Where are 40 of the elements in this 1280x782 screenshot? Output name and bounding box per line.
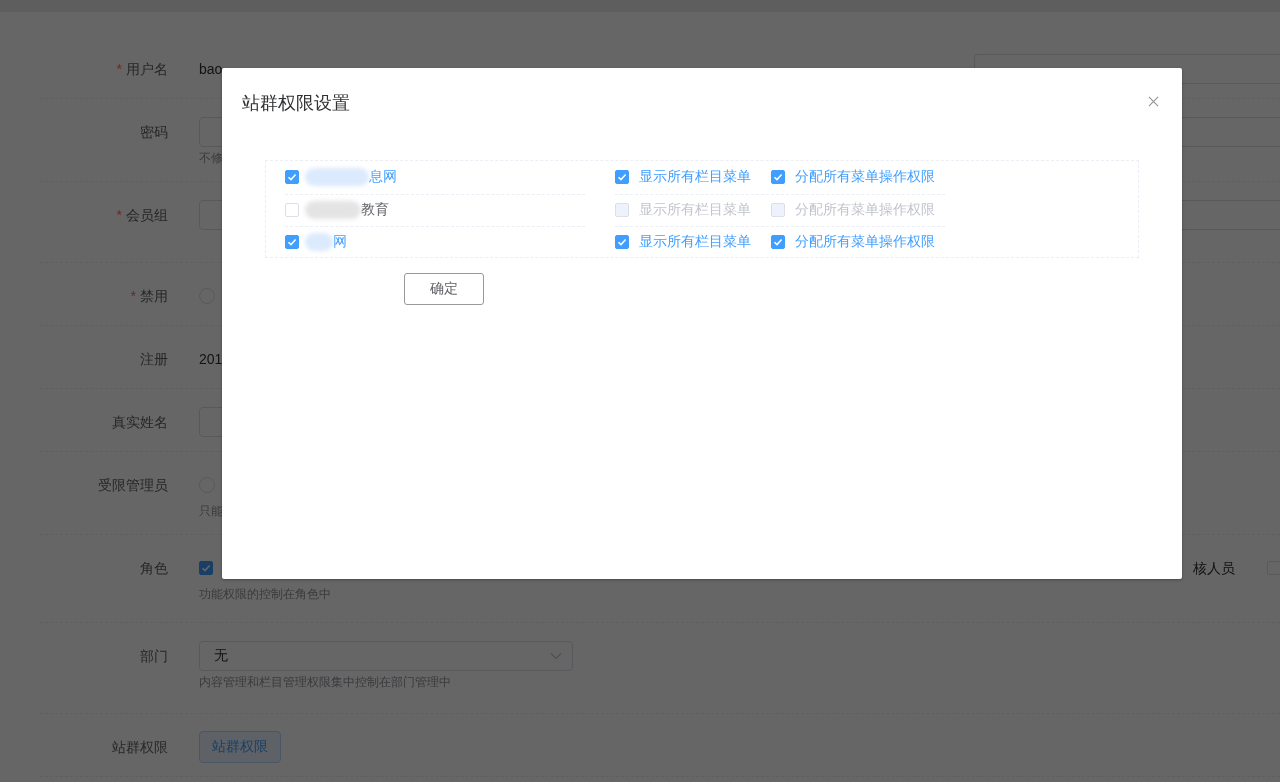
field-label: 角色 [140, 560, 168, 576]
required-mark: * [116, 207, 122, 223]
redaction-blur [305, 232, 333, 251]
checkbox-label: 分配所有菜单操作权限 [795, 200, 935, 219]
dialog-title: 站群权限设置 [242, 92, 350, 114]
select-field[interactable]: 无 [199, 641, 573, 671]
field-value: bao [199, 60, 223, 79]
field-label: 用户名 [126, 61, 168, 77]
field-label: 禁用 [140, 288, 168, 304]
checkbox-label: 显示所有栏目菜单 [639, 168, 751, 186]
confirm-button[interactable]: 确定 [404, 273, 484, 305]
checkbox[interactable] [285, 234, 299, 249]
close-icon[interactable] [1148, 96, 1159, 107]
site-name: 网 [333, 232, 347, 251]
field-label: 密码 [140, 124, 168, 140]
field-label: 会员组 [126, 207, 168, 223]
checkbox[interactable] [199, 561, 213, 575]
checkbox-label: 分配所有菜单操作权限 [795, 168, 935, 186]
site-name: 息网 [369, 168, 397, 186]
field-label: 部门 [140, 648, 168, 664]
checkbox-label: 显示所有栏目菜单 [639, 200, 751, 219]
site-name: 教育 [361, 200, 389, 219]
field-label: 受限管理员 [98, 477, 168, 493]
checkbox[interactable] [615, 170, 629, 184]
field-label: 真实姓名 [112, 414, 168, 430]
checkbox-label: 核人员 [1193, 559, 1235, 578]
redaction-blur [305, 200, 361, 219]
field-value: 201 [199, 350, 223, 369]
checkbox[interactable] [771, 234, 785, 249]
field-label: 站群权限 [112, 739, 168, 755]
checkbox[interactable] [285, 170, 299, 184]
redaction-blur [305, 168, 369, 186]
required-mark: * [116, 61, 122, 77]
checkbox-label: 显示所有栏目菜单 [639, 232, 751, 251]
checkbox[interactable] [771, 170, 785, 184]
checkbox[interactable] [615, 234, 629, 249]
field-label: 注册 [140, 351, 168, 367]
required-mark: * [130, 288, 136, 304]
site-permission-button[interactable]: 站群权限 [199, 731, 281, 763]
checkbox-label: 分配所有菜单操作权限 [795, 232, 935, 251]
